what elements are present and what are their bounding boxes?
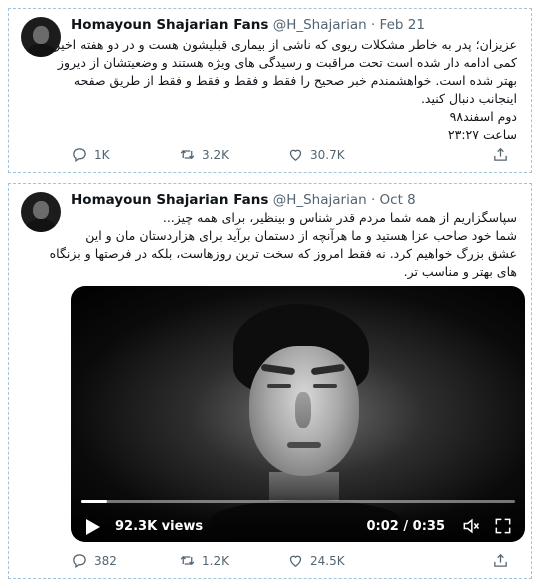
- tweet-header: Homayoun Shajarian Fans @H_Shajarian · O…: [71, 191, 416, 209]
- fullscreen-icon[interactable]: [493, 516, 513, 536]
- volume-icon[interactable]: [461, 516, 481, 536]
- author-handle[interactable]: @H_Shajarian: [273, 192, 367, 208]
- author-name[interactable]: Homayoun Shajarian Fans: [71, 192, 268, 208]
- reply-button[interactable]: 382: [71, 552, 179, 569]
- tweet-date[interactable]: Feb 21: [380, 17, 425, 33]
- video-time: 0:02 / 0:35: [366, 519, 445, 534]
- reply-icon: [73, 148, 86, 163]
- like-icon: [289, 149, 302, 161]
- tweet-header: Homayoun Shajarian Fans @H_Shajarian · F…: [71, 16, 425, 34]
- tweet-text-line: عشق بزرگ خواهیم کرد. نه فقط امروز که سخت…: [49, 246, 517, 261]
- tweet-text-line: ساعت ۲۳:۲۷: [447, 127, 517, 142]
- separator-dot: ·: [370, 17, 376, 33]
- like-button[interactable]: 24.5K: [287, 552, 407, 569]
- tweet-actions: 1K 3.2K 30.7K: [71, 146, 509, 163]
- tweet-card[interactable]: Homayoun Shajarian Fans @H_Shajarian · F…: [8, 8, 532, 173]
- reply-button[interactable]: 1K: [71, 146, 179, 163]
- author-name[interactable]: Homayoun Shajarian Fans: [71, 17, 268, 33]
- reply-count: 1K: [94, 147, 110, 162]
- share-icon: [494, 147, 507, 161]
- video-views: 92.3K views: [115, 519, 204, 534]
- retweet-icon: [180, 556, 195, 565]
- tweet-text-line: بهتر شده است. خواهشمندم خبر صحیح را فقط …: [73, 73, 517, 88]
- video-player[interactable]: 92.3K views 0:02 / 0:35: [71, 286, 525, 542]
- tweet-text: عزیزان؛ پدر به خاطر مشکلات ریوی که ناشی …: [54, 36, 517, 144]
- tweet-text-line: اینجانب دنبال کنید.: [420, 91, 517, 106]
- like-count: 24.5K: [310, 553, 345, 568]
- tweet-text-line: عزیزان؛ پدر به خاطر مشکلات ریوی که ناشی …: [54, 37, 517, 52]
- author-handle[interactable]: @H_Shajarian: [273, 17, 367, 33]
- avatar[interactable]: [21, 192, 61, 232]
- tweet-text-line: شما خود صاحب عزا هستید و ما هرآنچه از دس…: [85, 228, 517, 243]
- tweet-text: سپاسگزاریم از همه شما مردم قدر شناس و بی…: [49, 209, 517, 281]
- reply-count: 382: [94, 553, 117, 568]
- retweet-count: 3.2K: [202, 147, 229, 162]
- tweet-text-line: کمی ادامه دار شده است تحت مراقبت و رسیدگ…: [57, 55, 517, 70]
- play-icon[interactable]: [85, 518, 101, 536]
- video-progress-fill: [81, 500, 108, 503]
- tweet-card[interactable]: Homayoun Shajarian Fans @H_Shajarian · O…: [8, 183, 532, 579]
- like-button[interactable]: 30.7K: [287, 146, 407, 163]
- share-icon: [494, 553, 507, 567]
- reply-icon: [73, 554, 86, 569]
- separator-dot: ·: [370, 192, 376, 208]
- video-progress-bar[interactable]: [81, 500, 515, 503]
- share-button[interactable]: [492, 146, 509, 163]
- video-controls: 92.3K views 0:02 / 0:35: [71, 494, 525, 542]
- retweet-button[interactable]: 3.2K: [179, 146, 287, 163]
- tweet-date[interactable]: Oct 8: [380, 192, 416, 208]
- like-icon: [289, 555, 302, 567]
- tweet-text-line: سپاسگزاریم از همه شما مردم قدر شناس و بی…: [162, 210, 517, 225]
- tweet-text-line: های بهتر و مناسب تر.: [403, 264, 517, 279]
- retweet-button[interactable]: 1.2K: [179, 552, 287, 569]
- tweet-actions: 382 1.2K 24.5K: [71, 552, 509, 569]
- tweet-text-line: دوم اسفند۹۸: [449, 109, 517, 124]
- retweet-count: 1.2K: [202, 553, 229, 568]
- retweet-icon: [180, 150, 195, 159]
- share-button[interactable]: [492, 552, 509, 569]
- like-count: 30.7K: [310, 147, 345, 162]
